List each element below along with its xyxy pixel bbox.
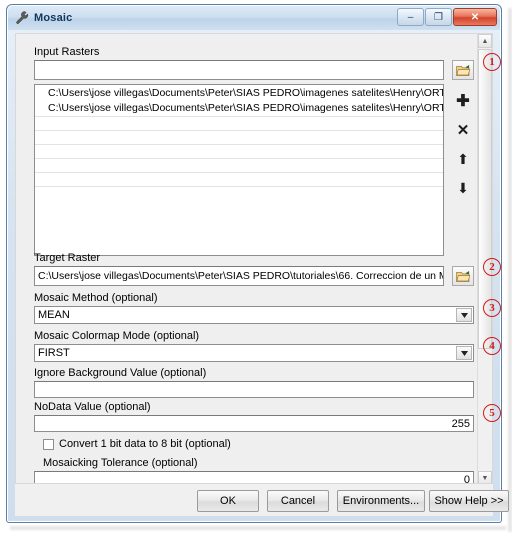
list-item[interactable]: C:\Users\jose villegas\Documents\Peter\S… (35, 85, 443, 101)
show-help-button[interactable]: Show Help >> (429, 490, 509, 512)
mosaic-colormap-mode-select[interactable]: FIRST (34, 344, 474, 362)
list-item-empty[interactable] (35, 117, 443, 130)
mosaic-method-select[interactable]: MEAN (34, 306, 474, 324)
input-rasters-input[interactable] (34, 60, 444, 80)
window-shadow-bottom (10, 526, 506, 530)
callout-1: 1 (483, 53, 501, 71)
list-item[interactable]: C:\Users\jose villegas\Documents\Peter\S… (35, 101, 443, 116)
ignore-background-value-label: Ignore Background Value (optional) (34, 367, 207, 379)
ignore-background-value-input[interactable] (34, 381, 474, 398)
dialog-button-row: OK Cancel Environments... Show Help >> (15, 490, 509, 514)
close-button[interactable]: ✕ (453, 8, 497, 26)
nodata-value-input[interactable]: 255 (34, 415, 474, 432)
environments-button[interactable]: Environments... (337, 490, 425, 512)
checkbox-icon[interactable] (43, 438, 54, 450)
wrench-icon (14, 10, 30, 26)
callout-2: 2 (483, 258, 501, 276)
chevron-down-icon[interactable] (456, 346, 472, 360)
maximize-button[interactable]: ❐ (425, 8, 452, 26)
callout-4: 4 (483, 337, 501, 355)
window-shadow-right (508, 8, 512, 532)
move-down-button[interactable]: ⬇ (452, 177, 474, 199)
window-controls: – ❐ ✕ (397, 8, 497, 26)
dialog-client-area: Input Rasters C:\Users\jose villegas\Doc… (15, 33, 509, 516)
list-item-empty[interactable] (35, 187, 443, 200)
cancel-button[interactable]: Cancel (267, 490, 329, 512)
chevron-down-icon[interactable] (456, 308, 472, 322)
minimize-button[interactable]: – (397, 8, 424, 26)
target-raster-browse-open-folder-icon[interactable] (452, 266, 474, 286)
input-rasters-label: Input Rasters (34, 46, 100, 58)
convert-1bit-label: Convert 1 bit data to 8 bit (optional) (59, 438, 231, 450)
scroll-down-arrow-icon[interactable]: ▼ (478, 471, 492, 483)
move-up-button[interactable]: ⬆ (452, 148, 474, 170)
target-raster-label: Target Raster (34, 252, 101, 264)
callout-5: 5 (483, 404, 501, 422)
ok-button[interactable]: OK (197, 490, 259, 512)
mosaic-colormap-mode-label: Mosaic Colormap Mode (optional) (34, 330, 200, 342)
mosaic-colormap-mode-value: FIRST (38, 347, 70, 359)
input-rasters-browse-open-folder-icon[interactable] (452, 60, 474, 80)
parameters-panel: Input Rasters C:\Users\jose villegas\Doc… (15, 33, 493, 484)
nodata-value-label: NoData Value (optional) (34, 401, 151, 413)
add-button[interactable]: ✚ (452, 90, 474, 112)
convert-1bit-checkbox-row[interactable]: Convert 1 bit data to 8 bit (optional) (43, 438, 231, 450)
mosaic-method-label: Mosaic Method (optional) (34, 292, 158, 304)
mosaicking-tolerance-input[interactable]: 0 (34, 471, 474, 483)
input-rasters-list[interactable]: C:\Users\jose villegas\Documents\Peter\S… (34, 84, 444, 256)
target-raster-input[interactable]: C:\Users\jose villegas\Documents\Peter\S… (34, 266, 444, 286)
title-bar[interactable]: Mosaic – ❐ ✕ (8, 6, 500, 30)
mosaic-dialog-window: Mosaic – ❐ ✕ Input Rasters C:\Users\jose… (6, 4, 509, 523)
remove-button[interactable]: ✕ (452, 119, 474, 141)
mosaicking-tolerance-label: Mosaicking Tolerance (optional) (43, 457, 198, 469)
scroll-up-arrow-icon[interactable]: ▲ (478, 34, 492, 48)
window-title: Mosaic (34, 12, 73, 24)
list-item-empty[interactable] (35, 145, 443, 158)
list-item-empty[interactable] (35, 131, 443, 144)
list-item-empty[interactable] (35, 173, 443, 186)
callout-3: 3 (483, 299, 501, 317)
mosaic-method-value: MEAN (38, 309, 70, 321)
list-item-empty[interactable] (35, 159, 443, 172)
